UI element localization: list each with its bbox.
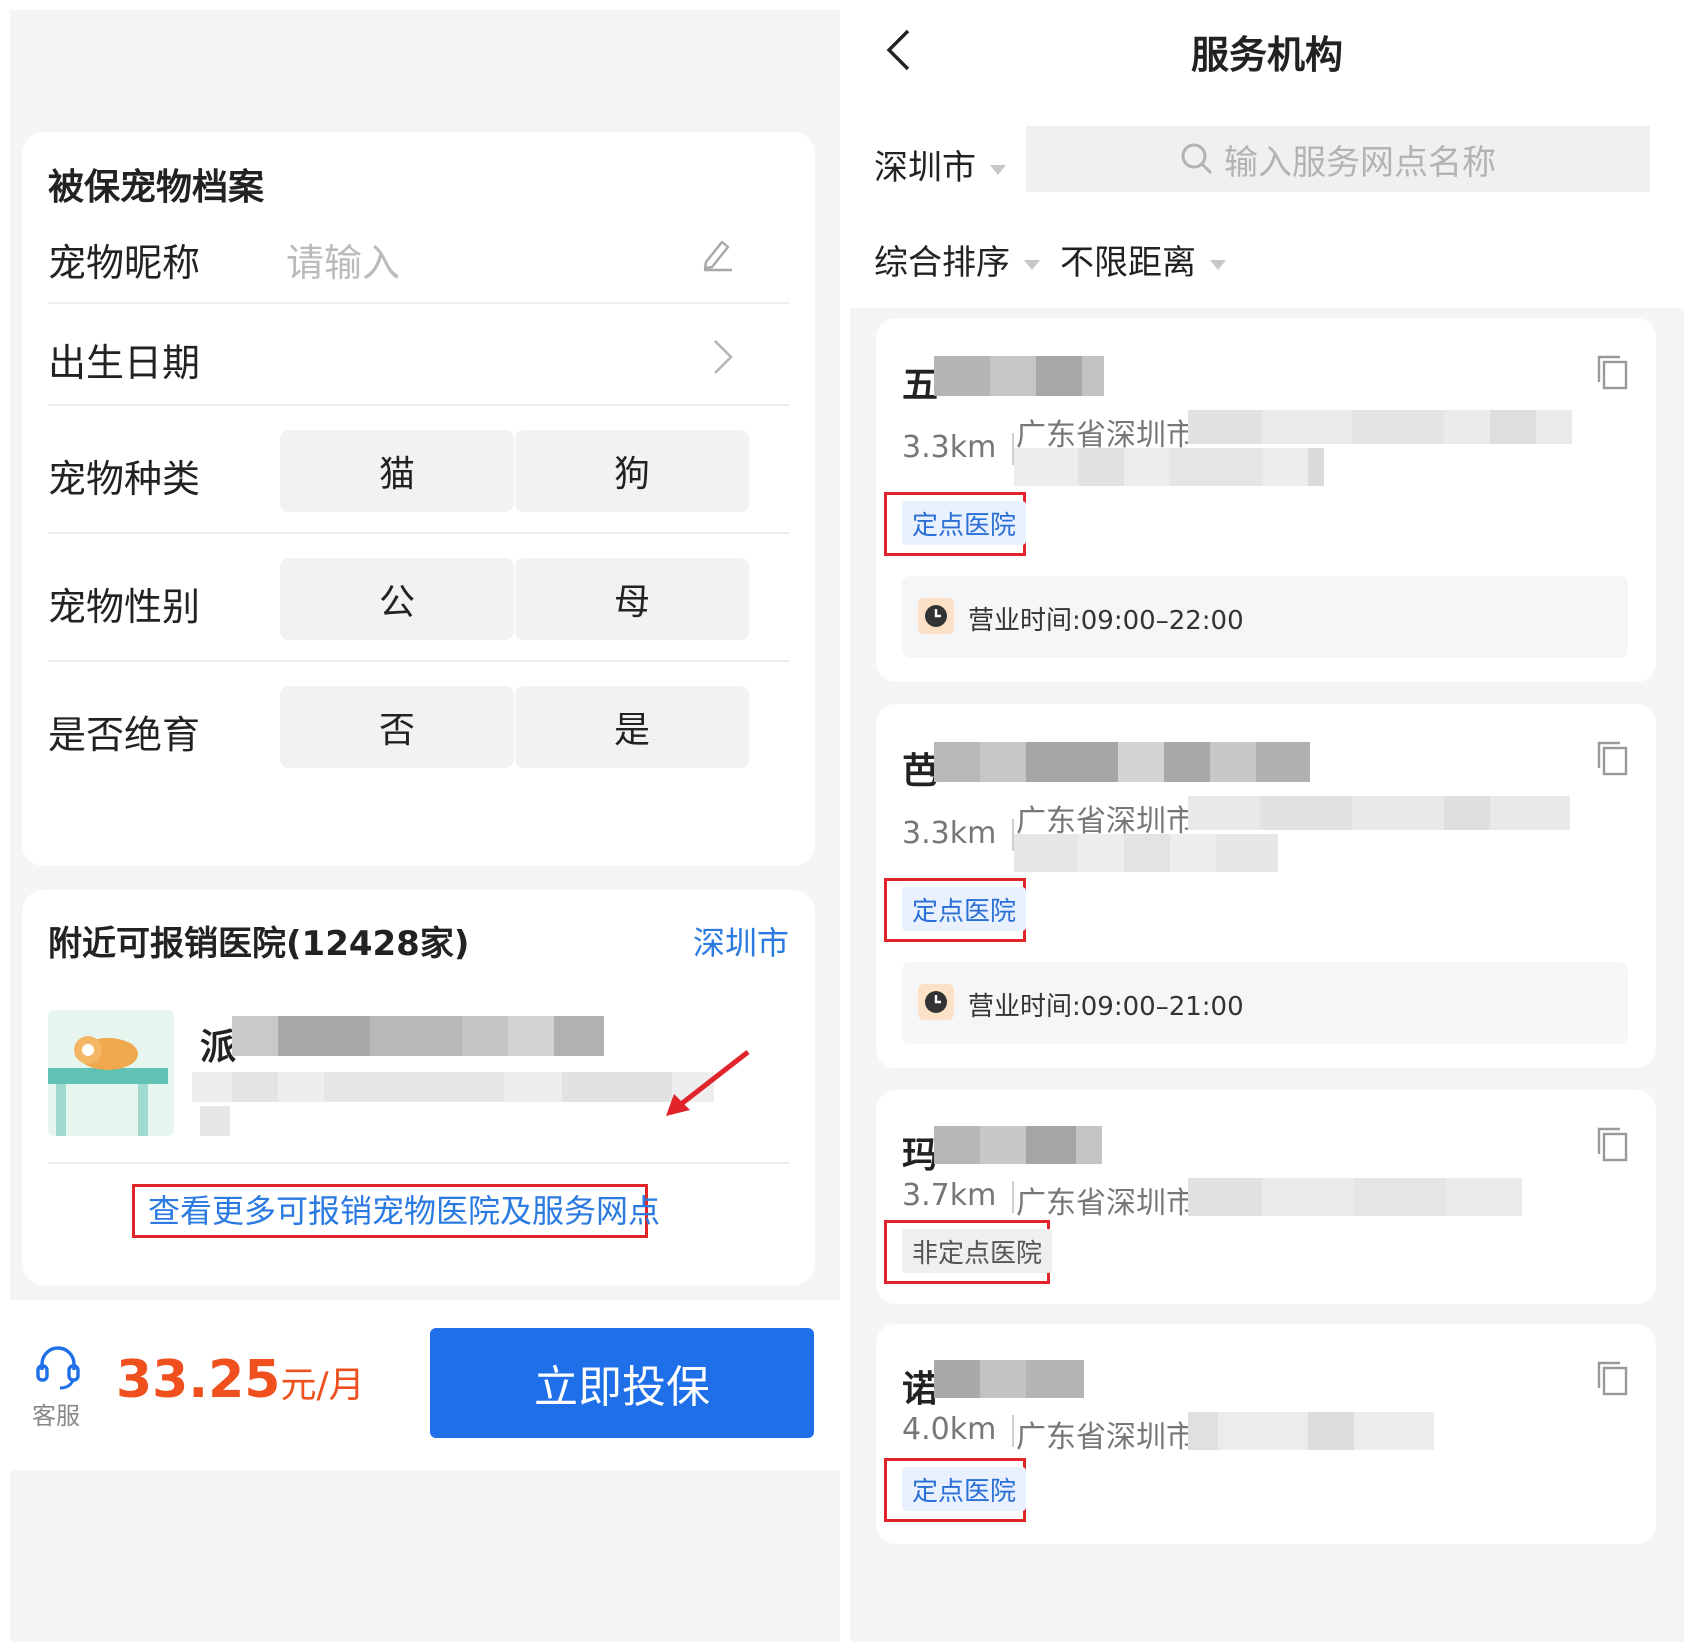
sort-dropdown-label: 综合排序: [874, 243, 1010, 283]
hospital-name: 诺: [902, 1369, 939, 1410]
redacted-address: [1188, 1412, 1434, 1450]
copy-icon[interactable]: [1596, 740, 1628, 776]
redacted-hospital-name: [934, 1360, 1084, 1398]
price: 33.25元/月: [116, 1350, 365, 1410]
hospital-name: 派: [200, 1027, 237, 1068]
nickname-label: 宠物昵称: [48, 241, 201, 285]
divider: [48, 302, 789, 304]
chevron-right-icon[interactable]: [712, 338, 734, 376]
price-value: 33.25: [116, 1350, 281, 1410]
redacted-hospital-address: [192, 1072, 714, 1102]
city-dropdown-label: 深圳市: [874, 148, 976, 188]
caret-down-icon: [1024, 259, 1040, 270]
distance-value: 3.3km: [902, 816, 997, 851]
caret-down-icon: [990, 164, 1006, 175]
neutered-option-yes[interactable]: 是: [515, 686, 749, 768]
nickname-input[interactable]: 请输入: [286, 232, 400, 287]
redacted-hospital-name: [934, 1126, 1102, 1164]
redacted-block: [200, 1106, 230, 1136]
hospital-distance: 3.7km: [902, 1178, 1030, 1213]
designated-hospital-tag: 定点医院: [902, 501, 1027, 545]
right-panel: 服务机构 深圳市 输入服务网点名称 综合排序 不限距离 五 3.3km 广东省深…: [850, 0, 1684, 1642]
hospital-thumbnail: [48, 1010, 174, 1136]
hospital-distance: 4.0km: [902, 1412, 1030, 1447]
gender-option-male[interactable]: 公: [280, 558, 514, 640]
divider: [48, 404, 789, 406]
redacted-address: [1188, 1178, 1522, 1216]
business-hours-text: 营业时间:09:00–21:00: [968, 992, 1244, 1022]
hospital-distance: 3.3km: [902, 430, 1030, 465]
distance-value: 3.7km: [902, 1178, 997, 1213]
bottom-bar: 客服 33.25元/月 立即投保: [10, 1300, 840, 1470]
sort-dropdown[interactable]: 综合排序: [874, 235, 1040, 284]
left-panel: 被保宠物档案 宠物昵称 请输入 出生日期 宠物种类 猫 狗 宠物性别 公 母 是…: [10, 10, 840, 1642]
clock-icon: [918, 598, 954, 634]
edit-icon[interactable]: [700, 236, 734, 272]
species-option-cat[interactable]: 猫: [280, 430, 514, 512]
search-input[interactable]: 输入服务网点名称: [1026, 126, 1650, 192]
birth-date-row[interactable]: 出生日期: [48, 332, 200, 387]
pet-profile-card: 被保宠物档案 宠物昵称 请输入 出生日期 宠物种类 猫 狗 宠物性别 公 母 是…: [22, 132, 815, 866]
species-option-dog[interactable]: 狗: [515, 430, 749, 512]
pet-profile-title: 被保宠物档案: [48, 167, 265, 208]
hospital-card[interactable]: 芭 3.3km 广东省深圳市 定点医院 营业时间:09:00–21:00: [876, 704, 1656, 1068]
distance-value: 4.0km: [902, 1412, 997, 1447]
separator: [1012, 1414, 1015, 1447]
neutered-option-no[interactable]: 否: [280, 686, 514, 768]
copy-icon[interactable]: [1596, 1126, 1628, 1162]
hospital-address: 广东省深圳市: [1016, 1420, 1196, 1455]
hospital-address: 广东省深圳市: [1016, 1186, 1196, 1221]
hospital-distance: 3.3km: [902, 816, 1030, 851]
divider: [48, 660, 789, 662]
headset-icon[interactable]: [36, 1344, 80, 1392]
hospital-card[interactable]: 五 3.3km 广东省深圳市 定点医院 营业时间:09:00–22:00: [876, 318, 1656, 682]
city-link[interactable]: 深圳市: [693, 918, 789, 964]
distance-dropdown[interactable]: 不限距离: [1060, 235, 1226, 284]
arrow-annotation-icon: [666, 1050, 750, 1116]
redacted-hospital-name: [232, 1016, 604, 1056]
nearby-hospitals-card: 附近可报销医院(12428家) 深圳市 派 查看更多可报销宠物医院及服务网点: [22, 890, 815, 1285]
city-dropdown[interactable]: 深圳市: [874, 140, 1006, 189]
divider: [48, 1162, 789, 1164]
business-hours: 营业时间:09:00–22:00: [902, 576, 1628, 658]
hospital-card[interactable]: 玛 3.7km 广东省深圳市 非定点医院: [876, 1090, 1656, 1304]
clock-icon: [918, 984, 954, 1020]
copy-icon[interactable]: [1596, 1360, 1628, 1396]
species-label: 宠物种类: [48, 457, 201, 501]
search-placeholder: 输入服务网点名称: [1224, 142, 1496, 183]
redacted-hospital-name: [934, 742, 1310, 782]
nearby-hospitals-title: 附近可报销医院(12428家): [48, 924, 470, 964]
hospital-list: 五 3.3km 广东省深圳市 定点医院 营业时间:09:00–22:00 芭 3…: [850, 308, 1684, 1642]
separator: [1012, 1180, 1015, 1213]
hospital-name: 玛: [902, 1135, 939, 1176]
hospital-name: 芭: [902, 751, 939, 792]
gender-option-female[interactable]: 母: [515, 558, 749, 640]
redacted-address: [1188, 796, 1570, 830]
redacted-hospital-name: [934, 356, 1104, 396]
redacted-address: [1014, 834, 1278, 872]
gender-label: 宠物性别: [48, 585, 201, 629]
hospital-name: 五: [902, 365, 939, 406]
page-title: 服务机构: [1190, 33, 1343, 77]
price-unit: 元/月: [280, 1365, 365, 1406]
customer-service-label[interactable]: 客服: [32, 1396, 80, 1431]
redacted-address: [1014, 448, 1324, 486]
designated-hospital-tag: 定点医院: [902, 1467, 1027, 1511]
divider: [48, 532, 789, 534]
non-designated-hospital-tag: 非定点医院: [902, 1229, 1053, 1273]
buy-now-button[interactable]: 立即投保: [430, 1328, 814, 1438]
more-hospitals-link[interactable]: 查看更多可报销宠物医院及服务网点: [148, 1186, 660, 1232]
hospital-card[interactable]: 诺 4.0km 广东省深圳市 定点医院: [876, 1324, 1656, 1544]
distance-dropdown-label: 不限距离: [1060, 243, 1196, 283]
copy-icon[interactable]: [1596, 354, 1628, 390]
business-hours-text: 营业时间:09:00–22:00: [968, 606, 1244, 636]
neutered-label: 是否绝育: [48, 713, 201, 757]
search-icon: [1181, 143, 1213, 175]
caret-down-icon: [1210, 259, 1226, 270]
business-hours: 营业时间:09:00–21:00: [902, 962, 1628, 1044]
designated-hospital-tag: 定点医院: [902, 887, 1027, 931]
redacted-address: [1188, 410, 1572, 444]
distance-value: 3.3km: [902, 430, 997, 465]
